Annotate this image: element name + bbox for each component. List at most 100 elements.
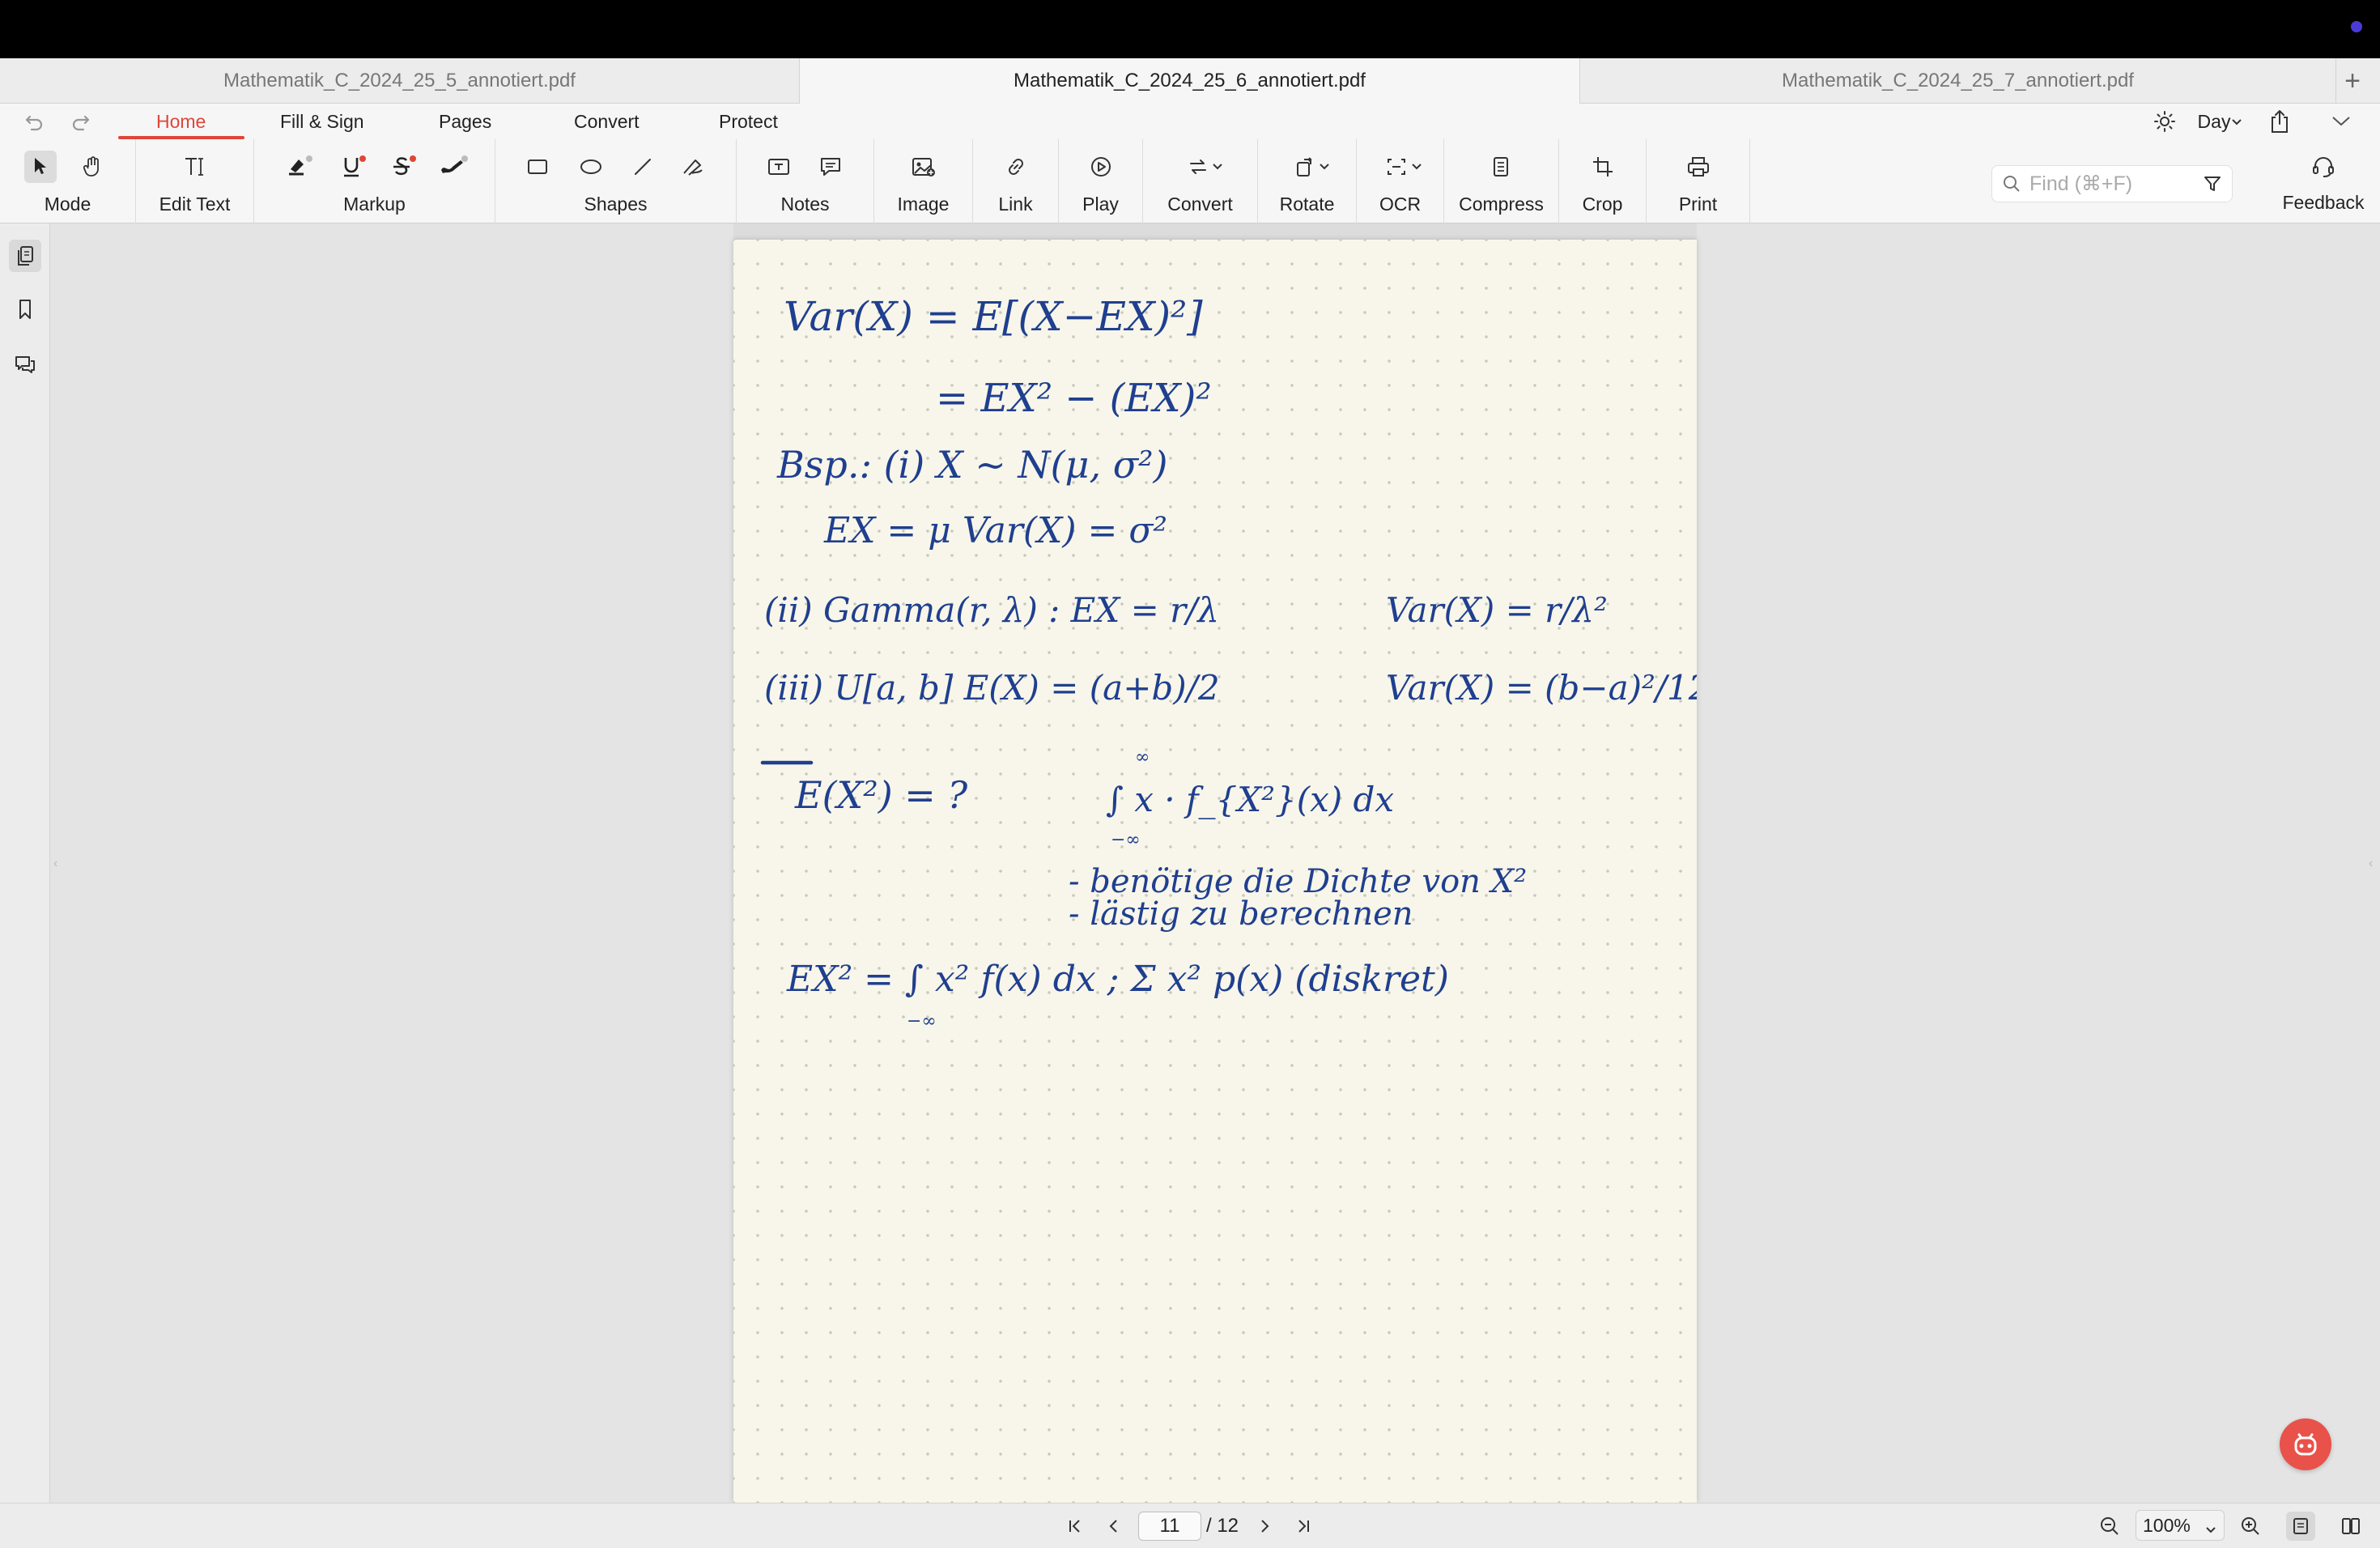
tab-document-5[interactable]: Mathematik_C_2024_25_5_annotiert.pdf [0, 58, 800, 104]
link-label: Link [998, 194, 1033, 215]
tab-label: Mathematik_C_2024_25_6_annotiert.pdf [1014, 70, 1366, 91]
menu-convert[interactable]: Convert [574, 104, 640, 139]
comment-icon[interactable] [814, 151, 847, 183]
highlighter-icon[interactable] [280, 151, 312, 183]
headset-icon [2307, 151, 2340, 183]
edit-text-group[interactable]: Edit Text [136, 139, 254, 223]
shapes-label: Shapes [584, 194, 648, 215]
mode-group: Mode [0, 139, 136, 223]
rectangle-icon[interactable] [521, 151, 554, 183]
zoom-in-icon[interactable] [2236, 1512, 2265, 1541]
crop-button[interactable]: Crop [1559, 139, 1647, 223]
integral-lower-limit: −∞ [1111, 830, 1141, 850]
last-page-icon[interactable] [1289, 1512, 1318, 1541]
note-line-10: EX² = ∫ x² f(x) dx ; Σ x² p(x) (diskret) [786, 959, 1449, 1000]
select-arrow-icon[interactable] [24, 151, 57, 183]
single-page-view-icon[interactable] [2286, 1512, 2315, 1541]
note-line-3: Bsp.: (i) X ~ N(μ, σ²) [776, 443, 1167, 487]
left-resize-handle-icon[interactable]: ‹ [53, 857, 62, 870]
text-cursor-icon[interactable] [179, 151, 211, 183]
feedback-label: Feedback [2282, 192, 2365, 213]
color-indicator [461, 155, 468, 162]
compress-icon [1485, 151, 1517, 183]
first-page-icon[interactable] [1060, 1512, 1090, 1541]
right-resize-handle-icon[interactable]: ‹ [2369, 857, 2377, 870]
hand-icon[interactable] [76, 151, 108, 183]
handwritten-notes: Var(X) = E[(X−EX)²] = EX² − (EX)² Bsp.: … [760, 293, 1697, 1031]
text-box-icon[interactable] [763, 151, 795, 183]
note-line-5a: (ii) Gamma(r, λ) : EX = r/λ [764, 590, 1219, 630]
rotate-button[interactable]: Rotate [1258, 139, 1357, 223]
page-total: / 12 [1206, 1515, 1239, 1537]
color-indicator [306, 155, 312, 162]
toolbar: Mode Edit Text Markup Shapes Notes Image… [0, 139, 2380, 223]
undo-icon[interactable] [19, 107, 49, 136]
filter-icon[interactable] [2203, 174, 2222, 199]
status-dot-icon [2351, 21, 2362, 32]
tab-bar: Mathematik_C_2024_25_5_annotiert.pdf Mat… [0, 58, 2380, 104]
notes-group: Notes [737, 139, 874, 223]
play-button[interactable]: Play [1059, 139, 1143, 223]
printer-icon [1682, 151, 1715, 183]
crop-icon [1587, 151, 1619, 183]
image-icon [907, 151, 940, 183]
integral-upper-limit: ∞ [1135, 747, 1150, 768]
page-top-edge [733, 223, 1697, 240]
print-label: Print [1678, 194, 1718, 215]
pdf-page[interactable]: Var(X) = E[(X−EX)²] = EX² − (EX)² Bsp.: … [733, 240, 1697, 1503]
find-input[interactable]: Find (⌘+F) [1991, 165, 2233, 202]
print-button[interactable]: Print [1647, 139, 1750, 223]
convert-label: Convert [1167, 194, 1233, 215]
menu-pages[interactable]: Pages [439, 104, 491, 139]
notes-label: Notes [780, 194, 830, 215]
two-page-view-icon[interactable] [2336, 1512, 2365, 1541]
play-label: Play [1082, 194, 1119, 215]
find-placeholder: Find (⌘+F) [2029, 172, 2133, 195]
ai-assistant-button[interactable] [2280, 1418, 2331, 1470]
compress-label: Compress [1459, 194, 1544, 215]
color-indicator [410, 155, 416, 162]
line-icon[interactable] [627, 151, 659, 183]
bookmark-icon[interactable] [9, 293, 41, 325]
redo-icon[interactable] [66, 107, 96, 136]
markup-label: Markup [343, 194, 406, 215]
freehand-pen-icon[interactable] [436, 151, 468, 183]
link-icon [1000, 151, 1032, 183]
convert-button[interactable]: Convert [1143, 139, 1258, 223]
share-icon[interactable] [2262, 104, 2297, 139]
strikethrough-icon[interactable] [385, 151, 418, 183]
freeform-shape-icon[interactable] [677, 151, 709, 183]
previous-page-icon[interactable] [1099, 1512, 1128, 1541]
note-line-5b: Var(X) = r/λ² [1386, 590, 1608, 630]
zoom-out-icon[interactable] [2095, 1512, 2124, 1541]
zoom-select[interactable]: 100% [2136, 1510, 2225, 1541]
new-tab-plus-icon[interactable]: + [2336, 65, 2369, 97]
brightness-icon[interactable] [2147, 104, 2182, 139]
note-line-6a: (iii) U[a, b] E(X) = (a+b)/2 [764, 668, 1220, 708]
ocr-icon [1383, 151, 1428, 183]
thumbnails-icon[interactable] [9, 240, 41, 272]
menu-fill-sign[interactable]: Fill & Sign [280, 104, 364, 139]
next-page-icon[interactable] [1250, 1512, 1279, 1541]
zoom-value: 100% [2143, 1514, 2191, 1536]
menu-home[interactable]: Home [156, 104, 206, 139]
theme-dropdown[interactable]: Day [2195, 104, 2246, 139]
note-line-9: - lästig zu berechnen [1069, 895, 1413, 933]
ocr-button[interactable]: OCR [1357, 139, 1444, 223]
tab-document-6[interactable]: Mathematik_C_2024_25_6_annotiert.pdf [800, 58, 1580, 104]
image-button[interactable]: Image [874, 139, 973, 223]
menu-protect[interactable]: Protect [719, 104, 778, 139]
tab-label: Mathematik_C_2024_25_5_annotiert.pdf [223, 70, 576, 91]
tab-document-7[interactable]: Mathematik_C_2024_25_7_annotiert.pdf [1580, 58, 2336, 104]
compress-button[interactable]: Compress [1444, 139, 1559, 223]
link-button[interactable]: Link [973, 139, 1059, 223]
ellipse-icon[interactable] [575, 151, 607, 183]
page-number-input[interactable]: 11 [1138, 1512, 1201, 1541]
underline-icon[interactable] [335, 151, 368, 183]
color-indicator [359, 155, 366, 162]
comments-panel-icon[interactable] [9, 348, 41, 381]
feedback-button[interactable]: Feedback [2267, 139, 2380, 223]
expand-chevron-icon[interactable] [2323, 104, 2359, 139]
note-line-7a: E(X²) = ? [794, 773, 967, 817]
note-line-7b: ∫ x · f_{X²}(x) dx [1106, 780, 1394, 819]
